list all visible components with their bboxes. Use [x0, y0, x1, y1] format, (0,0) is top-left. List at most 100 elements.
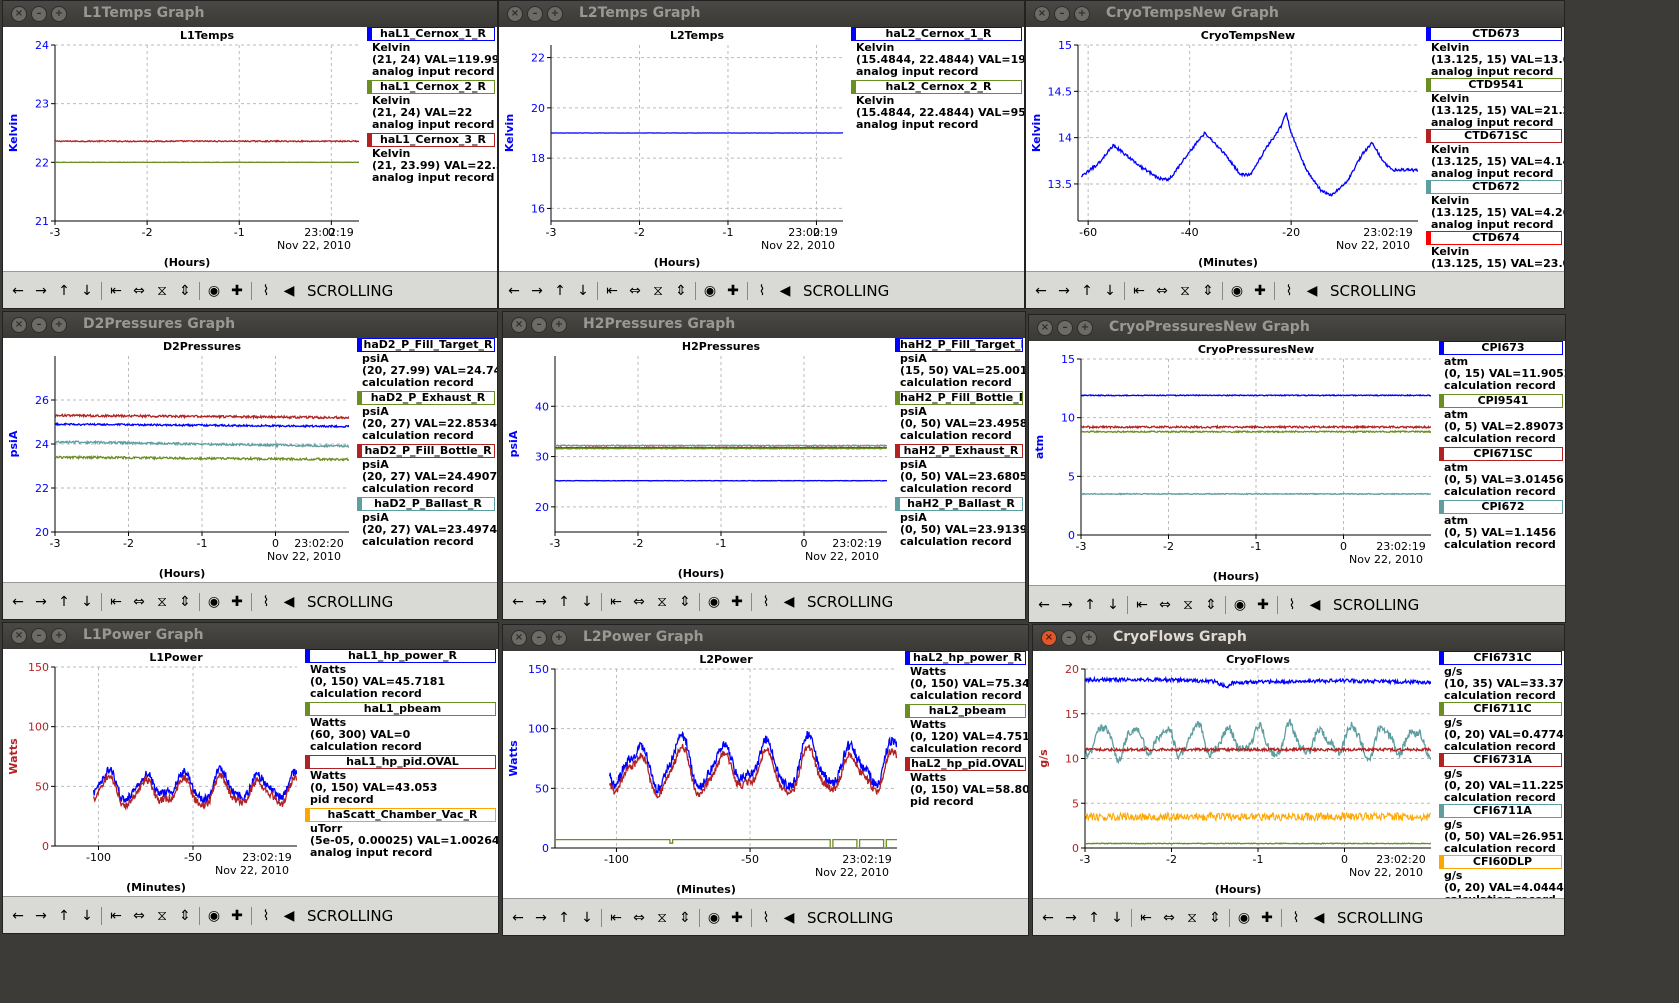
legend-item[interactable]: CPI672 atm (0, 5) VAL=1.1456 calculation re…	[1439, 500, 1563, 553]
legend-item[interactable]: CTD674Kelvin(13.125, 15) VAL=23.02analog…	[1426, 231, 1564, 271]
scroll-left-button[interactable]: ←	[9, 282, 27, 300]
scroll-mode-button[interactable]: ⌇	[1283, 596, 1301, 614]
legend-name[interactable]: haL1_Cernox_3_R	[367, 133, 495, 147]
cursor-button[interactable]: ✚	[228, 907, 246, 925]
reset-button[interactable]: ◉	[701, 282, 719, 300]
zoom-y-out-button[interactable]: ⇕	[176, 593, 194, 611]
cursor-button[interactable]: ✚	[228, 593, 246, 611]
pause-button[interactable]: ◀	[280, 593, 298, 611]
pause-button[interactable]: ◀	[1310, 909, 1328, 927]
zoom-y-in-button[interactable]: ⧖	[153, 282, 171, 300]
zoom-y-out-button[interactable]: ⇕	[1199, 282, 1217, 300]
zoom-x-out-button[interactable]: ⇔	[130, 593, 148, 611]
scroll-right-button[interactable]: →	[32, 282, 50, 300]
close-button[interactable]: ×	[1034, 6, 1050, 22]
scroll-right-button[interactable]: →	[32, 907, 50, 925]
scroll-mode-button[interactable]: ⌇	[257, 907, 275, 925]
cursor-button[interactable]: ✚	[1254, 596, 1272, 614]
cursor-button[interactable]: ✚	[728, 909, 746, 927]
cursor-button[interactable]: ✚	[1251, 282, 1269, 300]
legend-name[interactable]: haL2_pbeam	[905, 704, 1026, 718]
close-button[interactable]: ×	[1041, 630, 1057, 646]
reset-button[interactable]: ◉	[205, 907, 223, 925]
scroll-down-button[interactable]: ↓	[578, 909, 596, 927]
legend-name[interactable]: CFI60DLP	[1439, 855, 1562, 869]
legend-name[interactable]: haL1_Cernox_1_R	[367, 27, 495, 41]
window-l2temps[interactable]: × – + L2Temps Graph L2Temps -3 -2 -1 0 16 18 20 22 Ke…	[498, 0, 1025, 309]
legend-item[interactable]: haD2_P_Exhaust_R psiA (20, 27) VAL=22.8534…	[357, 391, 497, 444]
legend-name[interactable]: haD2_P_Ballast_R	[357, 497, 495, 511]
window-l1power[interactable]: × – + L1Power Graph L1Power -100 -50 0 50 100 150 W…	[2, 622, 499, 934]
zoom-y-out-button[interactable]: ⇕	[1202, 596, 1220, 614]
window-l2power[interactable]: × – + L2Power Graph L2Power -100 -50 0 50 100 150 W…	[502, 624, 1029, 936]
zoom-x-out-button[interactable]: ⇔	[626, 282, 644, 300]
legend-item[interactable]: haD2_P_Fill_Bottle_R psiA (20, 27) VAL=24.…	[357, 444, 497, 497]
legend-name[interactable]: haL1_pbeam	[305, 702, 496, 716]
scroll-down-button[interactable]: ↓	[1101, 282, 1119, 300]
scroll-right-button[interactable]: →	[1055, 282, 1073, 300]
zoom-y-out-button[interactable]: ⇕	[672, 282, 690, 300]
legend-item[interactable]: haH2_P_Fill_Target_R psiA (15, 50) VAL=25.…	[895, 338, 1025, 391]
legend-item[interactable]: haL2_pbeamWatts(0, 120) VAL=4.75181calcu…	[905, 704, 1028, 757]
maximize-button[interactable]: +	[547, 6, 563, 22]
legend-name[interactable]: CPI673	[1439, 341, 1563, 355]
zoom-x-out-button[interactable]: ⇔	[630, 593, 648, 611]
graph-plot[interactable]: CryoFlows -3 -2 -1 0 0 5 10 15 20 g/s 23:02:20Nov 2…	[1033, 651, 1437, 900]
window-l1temps[interactable]: × – + L1Temps Graph L1Temps -3 -2 -1 0 21 22 23 24 Ke…	[2, 0, 498, 309]
zoom-x-in-button[interactable]: ⇤	[1130, 282, 1148, 300]
scroll-up-button[interactable]: ↑	[555, 909, 573, 927]
scroll-down-button[interactable]: ↓	[574, 282, 592, 300]
legend-name[interactable]: haH2_P_Exhaust_R	[895, 444, 1023, 458]
window-titlebar[interactable]: × – + L1Temps Graph	[3, 1, 497, 27]
zoom-y-out-button[interactable]: ⇕	[176, 907, 194, 925]
scroll-left-button[interactable]: ←	[1039, 909, 1057, 927]
window-titlebar[interactable]: × – + H2Pressures Graph	[503, 312, 1025, 338]
minimize-button[interactable]: –	[531, 317, 547, 333]
zoom-y-in-button[interactable]: ⧖	[653, 909, 671, 927]
window-titlebar[interactable]: × – + CryoFlows Graph	[1033, 625, 1564, 651]
legend-item[interactable]: haL2_Cernox_1_R Kelvin (15.4844, 22.4844) …	[851, 27, 1024, 80]
legend-item[interactable]: haScatt_Chamber_Vac_R uTorr (5e-05, 0.0002…	[305, 808, 498, 861]
zoom-x-out-button[interactable]: ⇔	[130, 282, 148, 300]
zoom-y-in-button[interactable]: ⧖	[153, 907, 171, 925]
legend-item[interactable]: CPI673 atm (0, 15) VAL=11.9052 calculation …	[1439, 341, 1565, 394]
scroll-up-button[interactable]: ↑	[1081, 596, 1099, 614]
scroll-down-button[interactable]: ↓	[578, 593, 596, 611]
legend-name[interactable]: haL2_hp_pid.OVAL	[905, 757, 1026, 771]
legend-name[interactable]: haD2_P_Fill_Target_R	[357, 338, 495, 352]
legend-item[interactable]: CPI9541 atm (0, 5) VAL=2.89073 calculation …	[1439, 394, 1564, 447]
zoom-y-out-button[interactable]: ⇕	[676, 909, 694, 927]
legend-item[interactable]: haL1_Cernox_1_R Kelvin (21, 24) VAL=119.99…	[367, 27, 497, 80]
zoom-y-in-button[interactable]: ⧖	[649, 282, 667, 300]
window-titlebar[interactable]: × – + D2Pressures Graph	[3, 312, 497, 338]
window-titlebar[interactable]: × – + CryoPressuresNew Graph	[1029, 315, 1565, 341]
window-titlebar[interactable]: × – + L1Power Graph	[3, 623, 498, 649]
zoom-x-in-button[interactable]: ⇤	[107, 907, 125, 925]
maximize-button[interactable]: +	[551, 317, 567, 333]
scroll-up-button[interactable]: ↑	[555, 593, 573, 611]
scroll-down-button[interactable]: ↓	[78, 282, 96, 300]
legend-name[interactable]: CTD9541	[1426, 78, 1562, 92]
scroll-mode-button[interactable]: ⌇	[757, 593, 775, 611]
legend-name[interactable]: haScatt_Chamber_Vac_R	[305, 808, 496, 822]
zoom-x-in-button[interactable]: ⇤	[107, 282, 125, 300]
legend-name[interactable]: CFI6731A	[1439, 753, 1562, 767]
zoom-x-out-button[interactable]: ⇔	[1156, 596, 1174, 614]
scroll-left-button[interactable]: ←	[9, 907, 27, 925]
scroll-left-button[interactable]: ←	[1035, 596, 1053, 614]
zoom-x-in-button[interactable]: ⇤	[607, 593, 625, 611]
legend-name[interactable]: CPI9541	[1439, 394, 1563, 408]
legend-item[interactable]: haH2_P_Ballast_R psiA (0, 50) VAL=23.9139 c…	[895, 497, 1025, 550]
legend-item[interactable]: CTD672 Kelvin (13.125, 15) VAL=4.26 analog …	[1426, 180, 1564, 231]
pause-button[interactable]: ◀	[280, 907, 298, 925]
close-button[interactable]: ×	[1037, 320, 1053, 336]
legend-item[interactable]: haL1_Cernox_2_R Kelvin (21, 24) VAL=22 anal…	[367, 80, 495, 133]
scroll-mode-button[interactable]: ⌇	[753, 282, 771, 300]
zoom-y-in-button[interactable]: ⧖	[1176, 282, 1194, 300]
legend-name[interactable]: haL1_hp_pid.OVAL	[305, 755, 496, 769]
legend-item[interactable]: haL1_pbeam Watts (60, 300) VAL=0 calculatio…	[305, 702, 496, 755]
zoom-y-out-button[interactable]: ⇕	[1206, 909, 1224, 927]
legend-name[interactable]: CPI671SC	[1439, 447, 1563, 461]
legend-item[interactable]: haH2_P_Exhaust_R psiA (0, 50) VAL=23.6805 c…	[895, 444, 1025, 497]
legend-name[interactable]: haL2_hp_power_R	[905, 651, 1026, 665]
